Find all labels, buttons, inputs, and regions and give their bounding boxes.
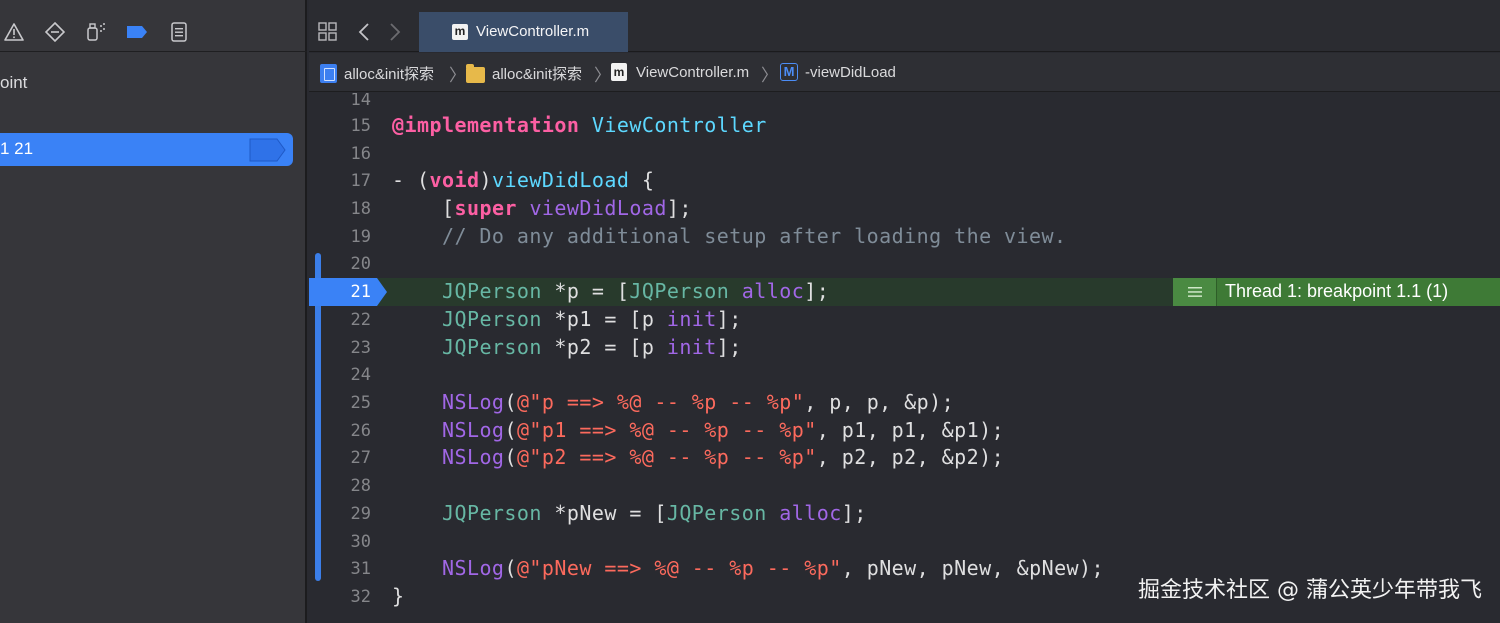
code-text: } (392, 584, 405, 608)
line-number: 24 (350, 365, 371, 385)
code-comment: // Do any additional setup after loading… (392, 224, 1067, 248)
breakpoint-diamond-icon[interactable] (43, 20, 67, 44)
line-number: 30 (350, 532, 371, 552)
line-number: 28 (350, 476, 371, 496)
code-line: 20 (309, 250, 1500, 278)
line-number: 31 (350, 559, 371, 579)
objc-file-icon: m (452, 24, 468, 40)
current-line: 21 JQPerson *p = [JQPerson alloc]; Threa… (309, 278, 1500, 306)
code-text: [super viewDidLoad]; (392, 196, 692, 220)
watermark: 掘金技术社区 @ 蒲公英少年带我飞 (1138, 578, 1482, 603)
line-number: 15 (350, 116, 371, 136)
line-number: 29 (350, 504, 371, 524)
breakpoint-row-selected[interactable]: 1 21 (0, 133, 293, 166)
navigator-toolbar (0, 0, 307, 52)
forward-icon[interactable] (389, 23, 401, 45)
code-text: JQPerson *pNew = [JQPerson alloc]; (441, 501, 867, 525)
code-text: JQPerson *p2 = [p init]; (441, 335, 742, 359)
folder-icon (466, 63, 485, 83)
code-text: @implementation ViewController (392, 113, 767, 137)
code-line: 28 (309, 472, 1500, 500)
code-text: - (void)viewDidLoad { (392, 168, 655, 192)
breadcrumb-item-project[interactable]: alloc&init探索 (320, 63, 434, 84)
line-number: 27 (350, 448, 371, 468)
breadcrumb-item-folder[interactable]: alloc&init探索 (466, 63, 582, 84)
report-icon[interactable] (167, 20, 191, 44)
line-number: 17 (350, 171, 371, 191)
code-line: 19 // Do any additional setup after load… (309, 223, 1500, 251)
code-line: 22 JQPerson *p1 = [p init]; (309, 306, 1500, 334)
navigator-panel: oint 1 21 (0, 0, 307, 623)
line-number: 22 (350, 310, 371, 330)
breakpoint-group-label: oint (0, 73, 28, 92)
tab-viewcontroller-m[interactable]: m ViewController.m (419, 12, 628, 52)
line-number: 21 (350, 282, 371, 302)
debug-spray-icon[interactable] (84, 20, 108, 44)
code-line: 25 NSLog(@"p ==> %@ -- %p -- %p", p, p, … (309, 389, 1500, 417)
code-text: JQPerson *p = [JQPerson alloc]; (441, 279, 830, 303)
breakpoint-tag-icon[interactable] (125, 20, 149, 44)
code-text: NSLog(@"pNew ==> %@ -- %p -- %p", pNew, … (441, 556, 1105, 580)
breadcrumb-label: alloc&init探索 (344, 66, 435, 83)
code-text: NSLog(@"p1 ==> %@ -- %p -- %p", p1, p1, … (441, 418, 1005, 442)
project-icon (320, 64, 337, 83)
line-number: 19 (350, 227, 371, 247)
chevron-right-icon: 〉 (449, 66, 466, 85)
chevron-right-icon: 〉 (761, 66, 778, 85)
grid-icon[interactable] (318, 22, 338, 46)
thread-badge-label: Thread 1: breakpoint 1.1 (1) (1225, 281, 1449, 302)
code-line: 15 @implementation ViewController (309, 112, 1500, 140)
code-line: 18 [super viewDidLoad]; (309, 195, 1500, 223)
code-text: NSLog(@"p2 ==> %@ -- %p -- %p", p2, p2, … (441, 445, 1005, 469)
objc-file-icon: m (611, 63, 627, 81)
code-line: 23 JQPerson *p2 = [p init]; (309, 334, 1500, 362)
breakpoint-row-label: 1 21 (0, 139, 34, 158)
line-number: 23 (350, 338, 371, 358)
editor-tab-bar: m ViewController.m (309, 0, 1500, 52)
source-editor[interactable]: 14 15 @implementation ViewController 16 … (309, 93, 1500, 623)
line-number: 26 (350, 421, 371, 441)
code-line: 17 - (void)viewDidLoad { (309, 167, 1500, 195)
code-line: 29 JQPerson *pNew = [JQPerson alloc]; (309, 500, 1500, 528)
breadcrumb-item-method[interactable]: M -viewDidLoad (780, 63, 896, 81)
menu-lines-icon[interactable] (1173, 278, 1217, 306)
line-number: 18 (350, 199, 371, 219)
tab-label: ViewController.m (476, 23, 590, 40)
line-number: 32 (350, 587, 371, 607)
code-line: 26 NSLog(@"p1 ==> %@ -- %p -- %p", p1, p… (309, 417, 1500, 445)
warning-icon[interactable] (2, 20, 26, 44)
code-line: 27 NSLog(@"p2 ==> %@ -- %p -- %p", p2, p… (309, 444, 1500, 472)
code-line: 14 (309, 93, 1500, 114)
breadcrumb-item-file[interactable]: m ViewController.m (611, 63, 749, 81)
code-text: NSLog(@"p ==> %@ -- %p -- %p", p, p, &p)… (441, 390, 955, 414)
code-line: 30 (309, 528, 1500, 556)
breadcrumb-label: ViewController.m (636, 63, 750, 81)
breadcrumb: alloc&init探索 〉 alloc&init探索 〉 m ViewCont… (309, 53, 1500, 92)
chevron-right-icon: 〉 (594, 66, 611, 85)
method-icon: M (780, 63, 798, 81)
line-number: 25 (350, 393, 371, 413)
code-line: 24 (309, 361, 1500, 389)
back-icon[interactable] (358, 23, 370, 45)
line-number: 14 (350, 93, 371, 110)
breadcrumb-label: -viewDidLoad (805, 63, 896, 81)
thread-badge[interactable]: Thread 1: breakpoint 1.1 (1) (1173, 278, 1500, 306)
code-line: 16 (309, 140, 1500, 168)
breakpoint-toggle-icon[interactable] (249, 138, 287, 166)
code-text: JQPerson *p1 = [p init]; (441, 307, 742, 331)
line-number: 20 (350, 254, 371, 274)
breadcrumb-label: alloc&init探索 (492, 66, 583, 83)
line-number: 16 (350, 144, 371, 164)
